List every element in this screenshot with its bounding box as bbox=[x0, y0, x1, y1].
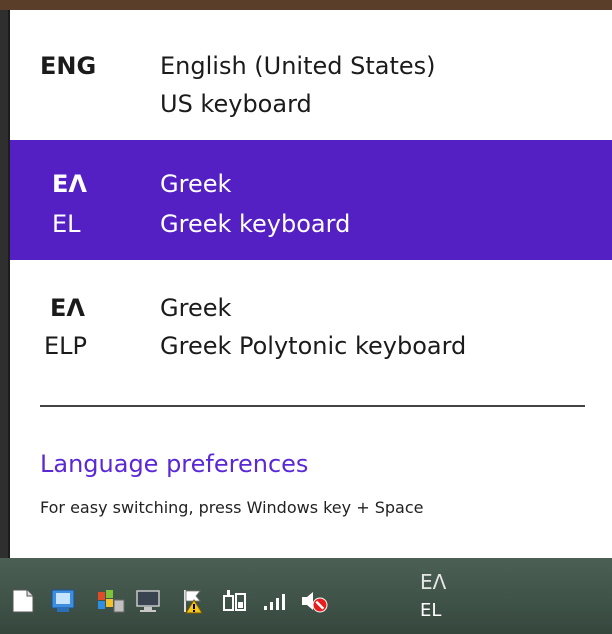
input-language-indicator[interactable]: ΕΛ EL bbox=[410, 568, 470, 628]
language-name: Greek bbox=[160, 294, 232, 322]
language-item-greek-polytonic[interactable]: ΕΛ ELP Greek Greek Polytonic keyboard bbox=[10, 272, 612, 392]
keyboard-name: Greek Polytonic keyboard bbox=[160, 332, 467, 360]
input-language-abbrev: EL bbox=[420, 600, 442, 621]
language-code: ΕΛ bbox=[52, 170, 87, 198]
divider bbox=[40, 405, 585, 407]
language-preferences-link[interactable]: Language preferences bbox=[40, 450, 308, 478]
document-icon[interactable] bbox=[10, 588, 36, 614]
volume-muted-icon[interactable] bbox=[300, 588, 330, 614]
language-flyout: ENG English (United States) US keyboard … bbox=[8, 10, 612, 558]
colorful-app-icon[interactable] bbox=[96, 588, 126, 614]
action-center-warning-icon[interactable] bbox=[180, 588, 206, 614]
remote-app-icon[interactable] bbox=[50, 588, 76, 614]
signal-icon[interactable] bbox=[262, 588, 292, 614]
language-item-english[interactable]: ENG English (United States) US keyboard bbox=[10, 10, 612, 130]
language-name: Greek bbox=[160, 170, 232, 198]
language-code: ΕΛ bbox=[50, 294, 85, 322]
switching-hint: For easy switching, press Windows key + … bbox=[40, 498, 424, 517]
language-name: English (United States) bbox=[160, 52, 436, 80]
power-icon[interactable] bbox=[222, 588, 248, 614]
keyboard-name: Greek keyboard bbox=[160, 210, 351, 238]
language-code-secondary: ELP bbox=[44, 332, 88, 360]
language-code-secondary: EL bbox=[52, 210, 81, 238]
taskbar: ΕΛ EL bbox=[0, 558, 612, 634]
input-language-code: ΕΛ bbox=[420, 570, 447, 594]
window-top-edge bbox=[0, 0, 612, 10]
network-computer-icon[interactable] bbox=[135, 588, 161, 614]
language-code: ENG bbox=[40, 52, 97, 80]
keyboard-name: US keyboard bbox=[160, 90, 312, 118]
language-item-greek[interactable]: ΕΛ EL Greek Greek keyboard bbox=[10, 140, 612, 260]
